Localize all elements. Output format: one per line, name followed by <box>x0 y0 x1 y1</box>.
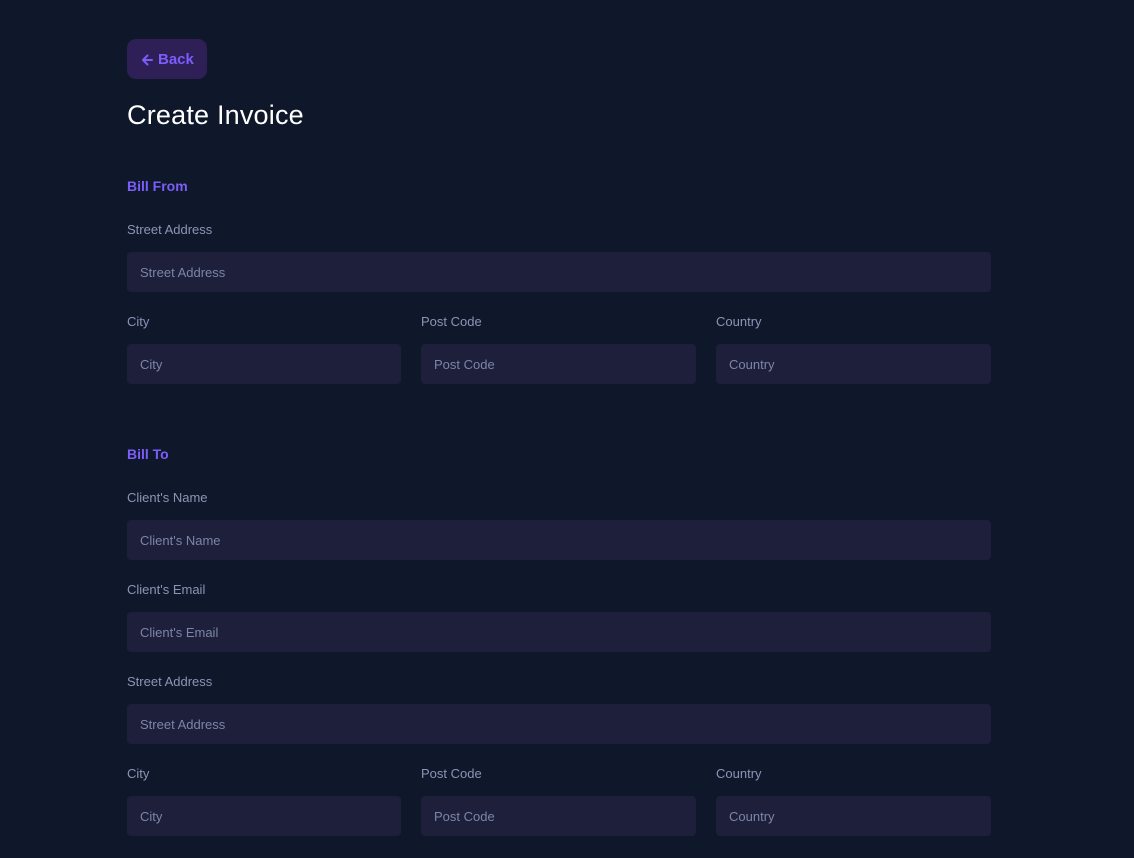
bill-to-post-code-label: Post Code <box>421 766 482 781</box>
bill-from-city-input[interactable] <box>127 344 401 384</box>
bill-to-city-input[interactable] <box>127 796 401 836</box>
bill-from-post-code-label: Post Code <box>421 314 482 329</box>
back-button[interactable]: Back <box>127 39 207 79</box>
bill-to-city-label: City <box>127 766 150 781</box>
bill-from-street-label: Street Address <box>127 222 213 237</box>
bill-from-country-label: Country <box>716 314 762 329</box>
bill-to-city-field: City <box>127 766 401 836</box>
bill-to-client-name-label: Client's Name <box>127 490 208 505</box>
bill-to-heading: Bill To <box>127 446 169 462</box>
bill-to-street-input[interactable] <box>127 704 991 744</box>
bill-to-country-input[interactable] <box>716 796 991 836</box>
bill-to-client-email-field: Client's Email <box>127 582 991 652</box>
bill-from-country-field: Country <box>716 314 991 384</box>
back-button-label: Back <box>158 50 194 68</box>
bill-from-post-code-input[interactable] <box>421 344 696 384</box>
bill-from-heading: Bill From <box>127 178 188 194</box>
bill-from-city-label: City <box>127 314 150 329</box>
bill-to-country-label: Country <box>716 766 762 781</box>
bill-from-country-input[interactable] <box>716 344 991 384</box>
bill-to-street-field: Street Address <box>127 674 991 744</box>
bill-to-client-email-input[interactable] <box>127 612 991 652</box>
bill-to-client-name-input[interactable] <box>127 520 991 560</box>
bill-from-street-input[interactable] <box>127 252 991 292</box>
bill-to-client-email-label: Client's Email <box>127 582 206 597</box>
bill-from-city-field: City <box>127 314 401 384</box>
page-title: Create Invoice <box>127 100 304 130</box>
bill-from-post-code-field: Post Code <box>421 314 696 384</box>
bill-from-street-field: Street Address <box>127 222 991 292</box>
bill-to-post-code-field: Post Code <box>421 766 696 836</box>
arrow-left-icon <box>142 54 153 66</box>
bill-to-street-label: Street Address <box>127 674 213 689</box>
create-invoice-page: Back Create Invoice Bill From Street Add… <box>0 0 1134 858</box>
invoice-form: Back Create Invoice Bill From Street Add… <box>127 39 991 836</box>
bill-to-client-name-field: Client's Name <box>127 490 991 560</box>
bill-to-country-field: Country <box>716 766 991 836</box>
bill-to-post-code-input[interactable] <box>421 796 696 836</box>
